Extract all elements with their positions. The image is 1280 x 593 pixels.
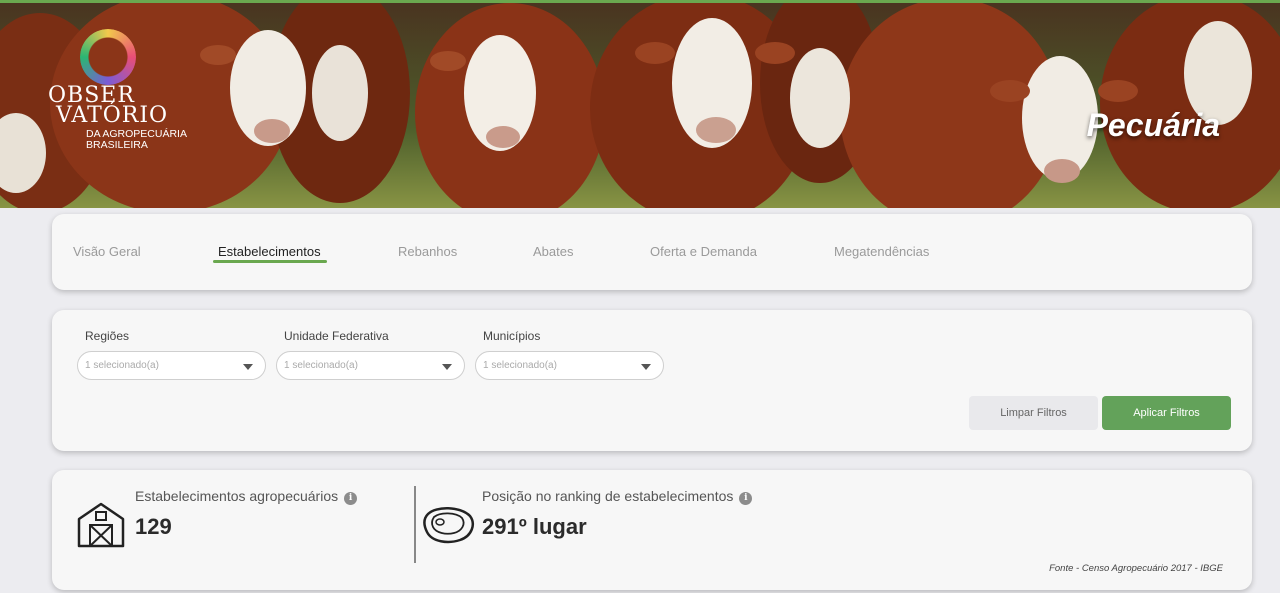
- clear-filters-button[interactable]: Limpar Filtros: [969, 396, 1098, 430]
- establishments-stat-label: Estabelecimentos agropecuários i: [135, 488, 358, 505]
- logo-text-line2: VATÓRIO: [56, 103, 169, 128]
- data-source-note: Fonte - Censo Agropecuário 2017 - IBGE: [1049, 563, 1223, 574]
- municipios-select[interactable]: 1 selecionado(a): [475, 351, 664, 380]
- uf-label: Unidade Federativa: [284, 329, 389, 343]
- active-tab-underline: [213, 260, 327, 263]
- tab-visao-geral[interactable]: Visão Geral: [73, 244, 141, 259]
- tab-abates[interactable]: Abates: [533, 244, 573, 259]
- hero-banner: OBSER VATÓRIO DA AGROPECUÁRIA BRASILEIRA…: [0, 0, 1280, 208]
- chevron-down-icon: [243, 364, 253, 370]
- municipios-label: Municípios: [483, 329, 541, 343]
- steak-icon: [423, 507, 474, 544]
- municipios-select-value: 1 selecionado(a): [483, 360, 557, 371]
- chevron-down-icon: [641, 364, 651, 370]
- tab-estabelecimentos[interactable]: Estabelecimentos: [218, 244, 321, 259]
- regioes-label: Regiões: [85, 329, 130, 343]
- logo-ring-icon: [80, 29, 136, 85]
- regioes-select-value: 1 selecionado(a): [85, 360, 159, 371]
- logo-text-line4: BRASILEIRA: [86, 139, 148, 151]
- establishments-label-text: Estabelecimentos agropecuários: [135, 488, 339, 504]
- info-icon[interactable]: i: [739, 492, 753, 505]
- stats-card: Estabelecimentos agropecuários i 129 Posi…: [52, 470, 1252, 590]
- ranking-stat-label: Posição no ranking de estabelecimentos i: [482, 488, 753, 505]
- tab-oferta-e-demanda[interactable]: Oferta e Demanda: [650, 244, 757, 259]
- apply-filters-button[interactable]: Aplicar Filtros: [1102, 396, 1231, 430]
- ranking-label-text: Posição no ranking de estabelecimentos: [482, 488, 734, 504]
- regioes-select[interactable]: 1 selecionado(a): [77, 351, 266, 380]
- chevron-down-icon: [442, 364, 452, 370]
- observatorio-logo[interactable]: OBSER VATÓRIO DA AGROPECUÁRIA BRASILEIRA: [48, 27, 198, 157]
- uf-select[interactable]: 1 selecionado(a): [276, 351, 465, 380]
- tab-rebanhos[interactable]: Rebanhos: [398, 244, 457, 259]
- page-title: Pecuária: [1086, 107, 1220, 143]
- establishments-stat-value: 129: [135, 514, 172, 539]
- ranking-stat-value: 291º lugar: [482, 514, 587, 539]
- info-icon[interactable]: i: [344, 492, 358, 505]
- tab-megatendencias[interactable]: Megatendências: [834, 244, 929, 259]
- stats-divider: [414, 486, 416, 563]
- uf-select-value: 1 selecionado(a): [284, 360, 358, 371]
- barn-icon: [77, 502, 125, 548]
- tabs-card: Visão Geral Estabelecimentos Rebanhos Ab…: [52, 214, 1252, 290]
- filters-card: Regiões 1 selecionado(a) Unidade Federat…: [52, 310, 1252, 451]
